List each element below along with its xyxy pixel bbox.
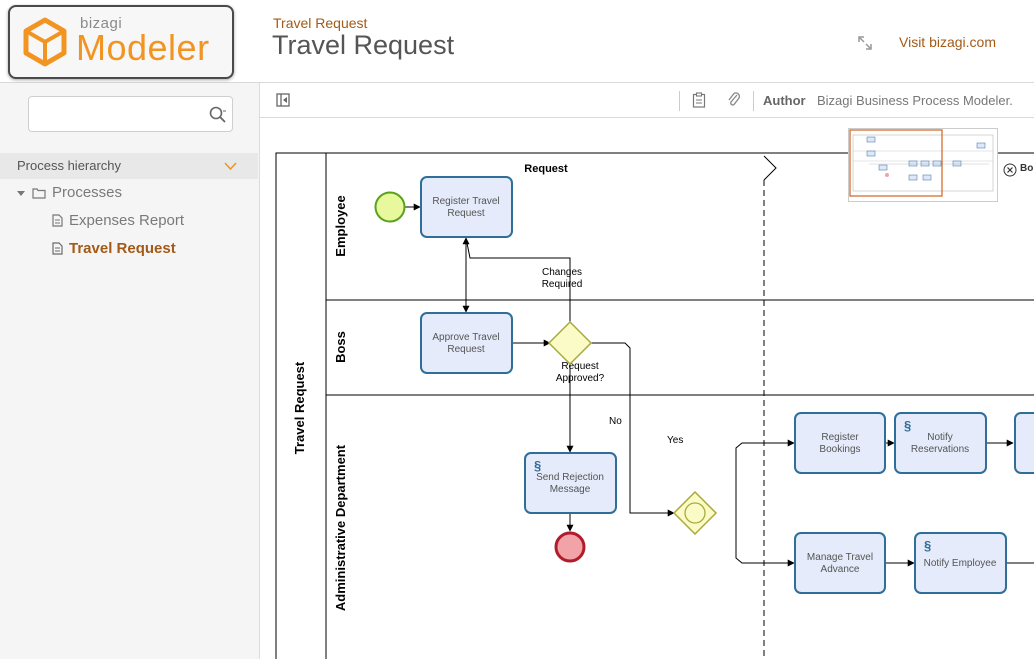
bizagi-cube-icon [23, 17, 67, 67]
task-label-line: Approve Travel [432, 332, 499, 343]
flow-split-advance [735, 513, 795, 567]
breadcrumb[interactable]: Travel Request [273, 15, 367, 31]
task-label-line: Register [821, 432, 859, 443]
script-task-icon: § [904, 418, 911, 433]
document-icon [52, 214, 63, 227]
label-request-approved-line1: Request [561, 361, 598, 372]
collapse-panel-icon[interactable] [276, 93, 290, 107]
author-value: Bizagi Business Process Modeler. [817, 93, 1013, 108]
author-label: Author [763, 93, 806, 108]
task-label-line: Register Travel [432, 196, 499, 207]
paperclip-icon[interactable] [726, 91, 742, 109]
minimap-preview [849, 129, 994, 197]
task-label-line: Notify [927, 432, 953, 443]
search-icon[interactable] [208, 105, 228, 125]
visit-bizagi-link[interactable]: Visit bizagi.com [899, 34, 996, 50]
task-label-line: Notify Employee [924, 558, 997, 569]
label-changes-required-line1: Changes [542, 267, 582, 278]
tree-item-label: Processes [52, 184, 123, 201]
script-task-icon: § [534, 458, 541, 473]
task-label-line: Send Rejection [536, 472, 604, 483]
tree-item-label: Travel Request [69, 240, 176, 257]
tree-item-expenses-report[interactable]: Expenses Report [52, 212, 184, 229]
label-changes-required-line2: Required [542, 279, 583, 290]
minimap-close-label: Bo [1020, 163, 1034, 174]
diagram-minimap[interactable] [848, 128, 998, 202]
script-task-icon: § [924, 538, 931, 553]
phase-label: Request [524, 163, 568, 175]
phase-separator-marker [763, 155, 777, 181]
process-hierarchy-label: Process hierarchy [17, 158, 122, 173]
caret-down-icon[interactable] [16, 188, 26, 198]
task-notify-reservations[interactable]: § Notify Reservations [894, 412, 987, 474]
task-register-bookings[interactable]: Register Bookings [794, 412, 886, 474]
task-label-line: Reservations [911, 444, 969, 455]
task-label-line: Request [447, 208, 484, 219]
logo-big-text: Modeler [76, 27, 210, 68]
lane-label-administrative-department: Administrative Department [333, 444, 348, 611]
task-offscreen[interactable] [1014, 412, 1034, 474]
folder-icon [32, 187, 46, 199]
gateway-parallel-split[interactable] [672, 490, 718, 536]
sidebar: Process hierarchy Processes Expenses Rep… [0, 83, 260, 659]
task-approve-travel-request[interactable]: Approve Travel Request [420, 312, 513, 374]
app-header: bizagi Modeler Travel Request Travel Req… [0, 0, 1034, 83]
toolbar-divider [753, 91, 754, 111]
tree-item-label: Expenses Report [69, 212, 185, 229]
task-register-travel-request[interactable]: Register Travel Request [420, 176, 513, 238]
lane-label-employee: Employee [333, 195, 348, 256]
search-input[interactable] [35, 103, 204, 125]
toolbar-divider [679, 91, 680, 111]
search-box [28, 96, 233, 132]
pool-label: Travel Request [292, 361, 307, 454]
bizagi-modeler-logo[interactable]: bizagi Modeler [8, 5, 234, 79]
end-event[interactable] [554, 531, 586, 563]
task-label-line: Manage Travel [807, 552, 873, 563]
task-label-line: Request [447, 344, 484, 355]
flow-split-bookings [735, 439, 795, 513]
process-diagram-canvas[interactable]: Travel Request Employee Boss Administrat… [260, 118, 1034, 659]
lane-label-boss: Boss [333, 331, 348, 363]
task-send-rejection-message[interactable]: § Send Rejection Message [524, 452, 617, 514]
tree-item-travel-request[interactable]: Travel Request [52, 240, 176, 257]
task-label-line: Message [550, 484, 591, 495]
start-event[interactable] [374, 191, 406, 223]
close-icon[interactable] [1003, 163, 1017, 177]
page-title: Travel Request [272, 30, 455, 60]
label-no: No [609, 416, 622, 427]
diagram-toolbar: Author Bizagi Business Process Modeler. [260, 83, 1034, 118]
gateway-request-approved[interactable] [547, 320, 593, 366]
tree-item-processes[interactable]: Processes [16, 184, 122, 201]
task-label-line: Advance [821, 564, 860, 575]
task-notify-employee[interactable]: § Notify Employee [914, 532, 1007, 594]
chevron-down-icon[interactable] [224, 161, 237, 171]
document-icon [52, 242, 63, 255]
label-yes: Yes [667, 435, 683, 446]
label-request-approved-line2: Approved? [556, 373, 605, 384]
expand-icon[interactable] [856, 34, 874, 52]
clipboard-icon[interactable] [692, 92, 706, 108]
process-hierarchy-header[interactable]: Process hierarchy [0, 153, 258, 179]
task-manage-travel-advance[interactable]: Manage Travel Advance [794, 532, 886, 594]
task-label-line: Bookings [819, 444, 860, 455]
